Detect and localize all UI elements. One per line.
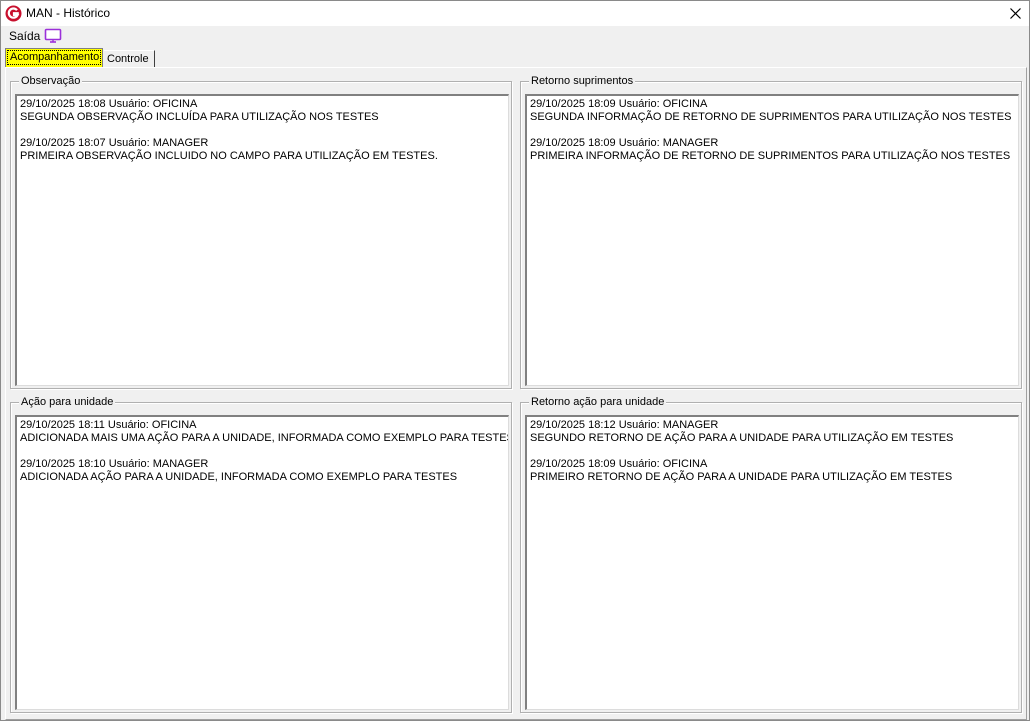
menu-item-saida[interactable]: Saída	[9, 29, 40, 43]
list-item: 29/10/2025 18:12 Usuário: MANAGER SEGUND…	[530, 419, 1015, 445]
entry-text: SEGUNDO RETORNO DE AÇÃO PARA A UNIDADE P…	[530, 432, 954, 444]
title-bar[interactable]: MAN - Histórico	[1, 1, 1029, 26]
main-window: MAN - Histórico Saída Acompanhamento Con…	[0, 0, 1030, 721]
entry-header: 29/10/2025 18:07 Usuário: MANAGER	[20, 137, 209, 149]
list-item: 29/10/2025 18:11 Usuário: OFICINA ADICIO…	[20, 419, 509, 445]
entry-text: ADICIONADA MAIS UMA AÇÃO PARA A UNIDADE,…	[20, 432, 509, 444]
entry-text: ADICIONADA AÇÃO PARA A UNIDADE, INFORMAD…	[20, 471, 458, 483]
entry-header: 29/10/2025 18:10 Usuário: MANAGER	[20, 458, 209, 470]
tab-page-acompanhamento: Observação 29/10/2025 18:08 Usuário: OFI…	[5, 67, 1027, 720]
list-item: 29/10/2025 18:09 Usuário: OFICINA SEGUND…	[530, 98, 1015, 124]
list-item: 29/10/2025 18:08 Usuário: OFICINA SEGUND…	[20, 98, 505, 124]
close-icon	[1009, 8, 1021, 19]
acao-unidade-memo[interactable]: 29/10/2025 18:11 Usuário: OFICINA ADICIO…	[15, 415, 509, 710]
retorno-acao-unidade-memo[interactable]: 29/10/2025 18:12 Usuário: MANAGER SEGUND…	[525, 415, 1019, 710]
group-retorno-suprimentos: Retorno suprimentos 29/10/2025 18:09 Usu…	[520, 74, 1022, 389]
entry-text: PRIMEIRA INFORMAÇÃO DE RETORNO DE SUPRIM…	[530, 150, 1011, 162]
entry-header: 29/10/2025 18:09 Usuário: OFICINA	[530, 98, 708, 110]
group-label-observacao: Observação	[19, 74, 83, 88]
entry-header: 29/10/2025 18:12 Usuário: MANAGER	[530, 419, 719, 431]
monitor-icon[interactable]	[44, 28, 62, 43]
group-retorno-acao-unidade: Retorno ação para unidade 29/10/2025 18:…	[520, 395, 1022, 713]
group-acao-unidade: Ação para unidade 29/10/2025 18:11 Usuár…	[10, 395, 512, 713]
close-button[interactable]	[1001, 1, 1029, 26]
entry-text: PRIMEIRA OBSERVAÇÃO INCLUIDO NO CAMPO PA…	[20, 150, 438, 162]
group-label-acao-unidade: Ação para unidade	[19, 395, 116, 409]
observacao-memo[interactable]: 29/10/2025 18:08 Usuário: OFICINA SEGUND…	[15, 94, 509, 386]
group-observacao: Observação 29/10/2025 18:08 Usuário: OFI…	[10, 74, 512, 389]
list-item: 29/10/2025 18:09 Usuário: OFICINA PRIMEI…	[530, 458, 1015, 484]
group-label-retorno-suprimentos: Retorno suprimentos	[529, 74, 636, 88]
entry-text: SEGUNDA OBSERVAÇÃO INCLUÍDA PARA UTILIZA…	[20, 111, 379, 123]
list-item: 29/10/2025 18:07 Usuário: MANAGER PRIMEI…	[20, 137, 505, 163]
group-label-retorno-acao-unidade: Retorno ação para unidade	[529, 395, 667, 409]
entry-header: 29/10/2025 18:09 Usuário: MANAGER	[530, 137, 719, 149]
entry-text: SEGUNDA INFORMAÇÃO DE RETORNO DE SUPRIME…	[530, 111, 1012, 123]
list-item: 29/10/2025 18:10 Usuário: MANAGER ADICIO…	[20, 458, 505, 484]
entry-header: 29/10/2025 18:09 Usuário: OFICINA	[530, 458, 708, 470]
tab-strip: Acompanhamento Controle	[1, 45, 1029, 67]
entry-header: 29/10/2025 18:11 Usuário: OFICINA	[20, 419, 197, 431]
app-logo-icon	[5, 5, 22, 22]
list-item: 29/10/2025 18:09 Usuário: MANAGER PRIMEI…	[530, 137, 1015, 163]
tab-controle[interactable]: Controle	[104, 50, 155, 67]
entry-text: PRIMEIRO RETORNO DE AÇÃO PARA A UNIDADE …	[530, 471, 953, 483]
menu-bar: Saída	[1, 26, 1029, 45]
entry-header: 29/10/2025 18:08 Usuário: OFICINA	[20, 98, 198, 110]
window-title: MAN - Histórico	[26, 6, 111, 20]
tab-acompanhamento[interactable]: Acompanhamento	[5, 48, 103, 67]
retorno-suprimentos-memo[interactable]: 29/10/2025 18:09 Usuário: OFICINA SEGUND…	[525, 94, 1019, 386]
